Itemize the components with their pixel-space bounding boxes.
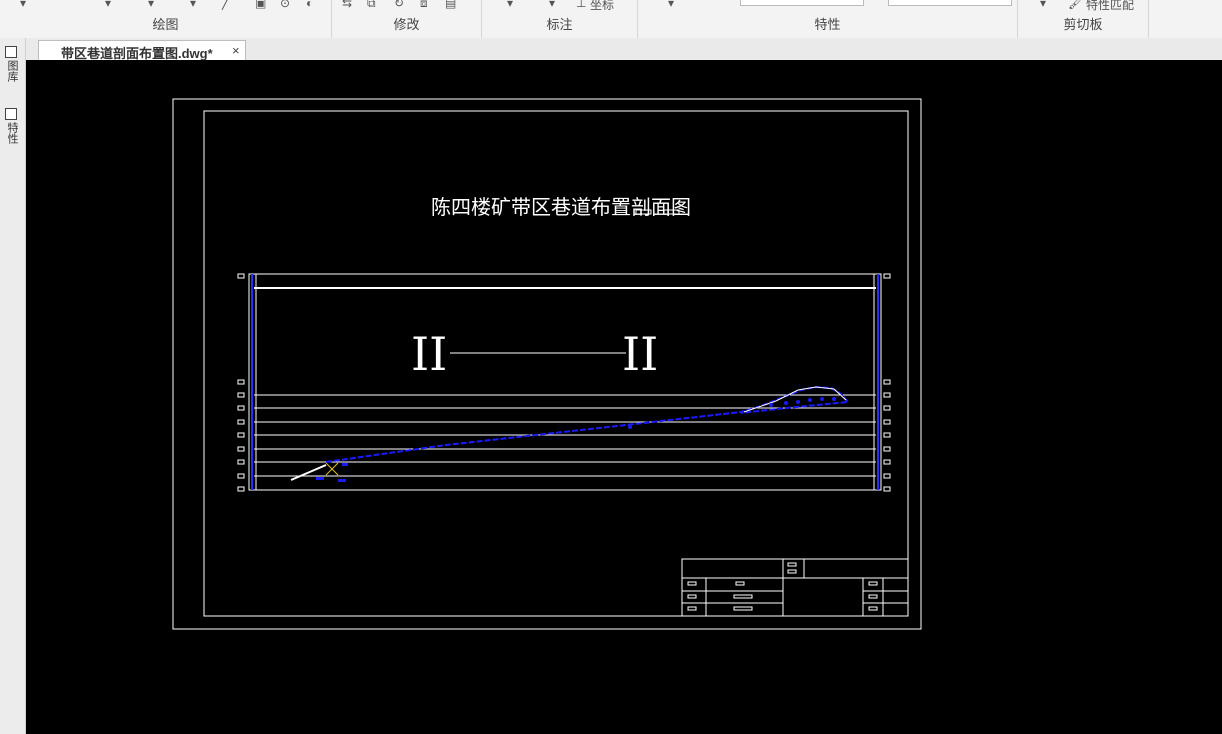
scale-tool-icon[interactable]: ▤ xyxy=(445,0,456,10)
roadway-profile xyxy=(325,385,851,463)
dimension-dropdown-icon[interactable]: ▾ xyxy=(507,0,513,10)
ribbon-group-annotate: ▾ ▾ ⊥ 坐标 标注 xyxy=(482,0,638,38)
ribbon: ▾ ▾ ▾ ▾ ╱ ▣ ⊙ ◐ 绘图 ⇆ ⧉ ↻ ⧈ ▤ 修改 ▾ ▾ ⊥ 坐标… xyxy=(0,0,1222,39)
linetype-combo[interactable] xyxy=(888,0,1012,6)
document-tab[interactable]: 带区巷道剖面布置图.dwg* × xyxy=(38,40,246,61)
ribbon-group-draw: ▾ ▾ ▾ ▾ ╱ ▣ ⊙ ◐ 绘图 xyxy=(0,0,332,38)
draw-dropdown-icon[interactable]: ▾ xyxy=(190,0,196,10)
title-block xyxy=(681,558,909,617)
section-mark-right: II xyxy=(622,327,658,381)
properties-dropdown-icon[interactable]: ▾ xyxy=(668,0,674,10)
side-tab-library[interactable]: 图库 xyxy=(4,60,20,82)
ribbon-group-label: 特性 xyxy=(814,17,841,32)
draw-dropdown-icon[interactable]: ▾ xyxy=(105,0,111,10)
match-properties-label[interactable]: 特性匹配 xyxy=(1086,0,1134,13)
mirror-tool-icon[interactable]: ⧈ xyxy=(420,0,428,11)
side-tab-properties[interactable]: 特性 xyxy=(4,122,20,144)
dimension-dropdown-icon[interactable]: ▾ xyxy=(549,0,555,10)
sheet-outer-border xyxy=(172,98,922,630)
boundary-tool-icon[interactable]: ◐ xyxy=(306,0,313,10)
region-tool-icon[interactable]: ⊙ xyxy=(280,0,290,10)
junction-marker xyxy=(325,462,339,476)
ribbon-group-label: 剪切板 xyxy=(1063,17,1103,32)
line-tool-icon[interactable]: ╱ xyxy=(222,0,229,10)
clipboard-dropdown-icon[interactable]: ▾ xyxy=(1040,0,1046,10)
drawing-svg[interactable]: 陈四楼矿带区巷道布置剖面图 II II xyxy=(26,60,1222,734)
draw-dropdown-icon[interactable]: ▾ xyxy=(148,0,154,10)
move-tool-icon[interactable]: ⇆ xyxy=(342,0,352,10)
hatch-tool-icon[interactable]: ▣ xyxy=(255,0,266,10)
copy-tool-icon[interactable]: ⧉ xyxy=(367,0,376,11)
sheet-inner-border xyxy=(203,110,909,617)
ribbon-group-modify: ⇆ ⧉ ↻ ⧈ ▤ 修改 xyxy=(332,0,482,38)
elevation-marks-left xyxy=(237,273,245,492)
library-icon[interactable] xyxy=(5,46,17,58)
drawing-title: 陈四楼矿带区巷道布置剖面图 xyxy=(431,195,691,219)
drawing-canvas[interactable]: 陈四楼矿带区巷道布置剖面图 II II xyxy=(26,60,1222,734)
ribbon-group-properties: ▾ 特性 xyxy=(638,0,1018,38)
elevation-marks-right xyxy=(883,273,891,492)
ribbon-group-label: 标注 xyxy=(546,17,573,32)
draw-dropdown-icon[interactable]: ▾ xyxy=(20,0,26,10)
side-panel: 图库 特性 xyxy=(0,38,26,734)
color-combo[interactable] xyxy=(740,0,864,6)
rotate-tool-icon[interactable]: ↻ xyxy=(394,0,404,10)
section-frame xyxy=(248,273,882,491)
junction-blue-marks xyxy=(316,463,348,482)
ribbon-group-label: 绘图 xyxy=(152,17,179,32)
close-icon[interactable]: × xyxy=(232,43,240,58)
coordinate-icon[interactable]: ⊥ xyxy=(576,0,586,10)
coordinate-label[interactable]: 坐标 xyxy=(590,0,614,13)
match-properties-icon[interactable]: 🖌 xyxy=(1068,0,1083,10)
section-mark-left: II xyxy=(411,327,447,381)
ribbon-group-clipboard: ▾ 🖌 特性匹配 剪切板 xyxy=(1018,0,1149,38)
ribbon-group-label: 修改 xyxy=(393,17,420,32)
properties-icon[interactable] xyxy=(5,108,17,120)
